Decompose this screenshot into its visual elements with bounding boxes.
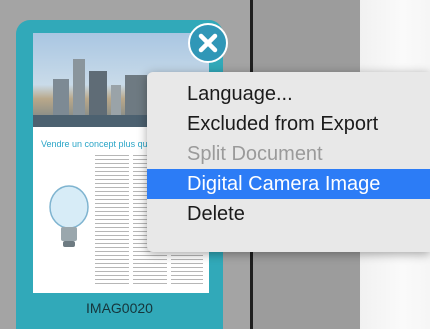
menu-item-split-document: Split Document: [187, 143, 323, 165]
menu-item-delete[interactable]: Delete: [147, 199, 430, 229]
building-shape: [53, 79, 69, 115]
menu-item-excluded-from-export[interactable]: Excluded from Export: [147, 109, 430, 139]
context-menu: Language... Excluded from Export Split D…: [147, 72, 430, 252]
building-shape: [89, 71, 107, 115]
close-circle-icon[interactable]: [188, 23, 228, 63]
menu-item-language[interactable]: Language...: [147, 79, 430, 109]
thumbnail-text-column: [95, 155, 129, 285]
building-shape: [73, 59, 85, 115]
building-shape: [111, 85, 121, 115]
page-thumbnail-caption: IMAG0020: [86, 300, 153, 316]
building-shape: [125, 75, 147, 115]
close-x-glyph: [198, 33, 218, 53]
menu-item-digital-camera-image[interactable]: Digital Camera Image: [147, 169, 430, 199]
light-bulb-icon: [49, 185, 89, 247]
